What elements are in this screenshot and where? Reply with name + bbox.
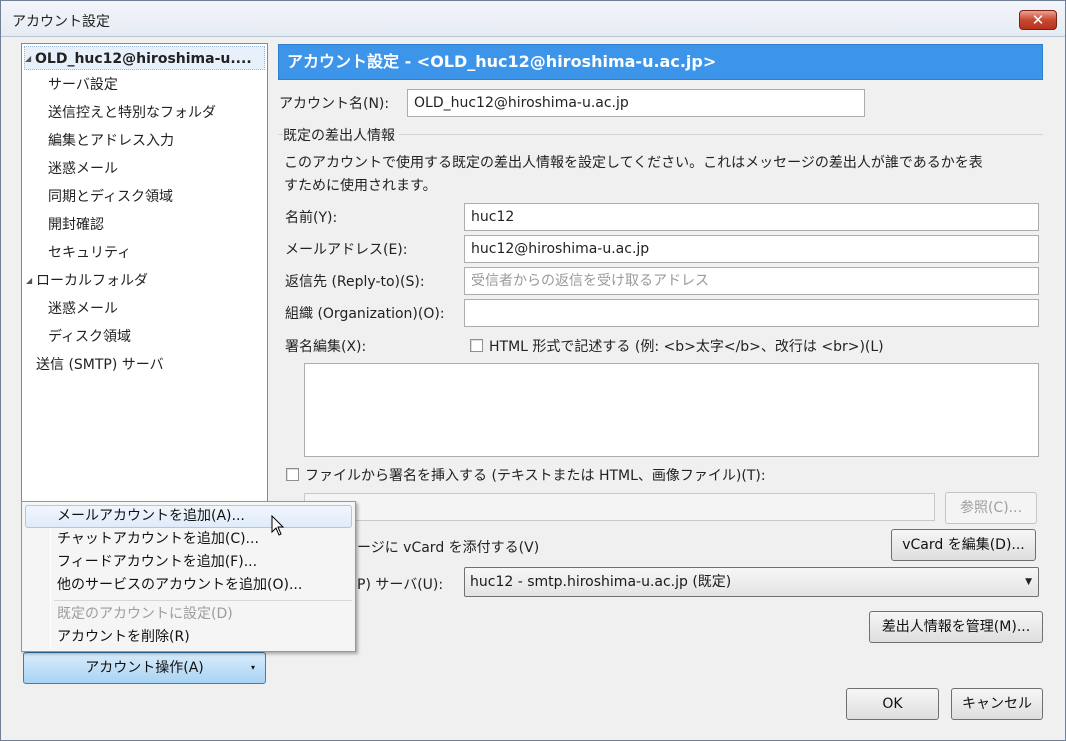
menu-item-add-mail-account[interactable]: メールアカウントを追加(A)... <box>25 505 352 528</box>
account-settings-window: アカウント設定 ✕ ◢ OLD_huc12@hiroshima-u.... サーバ… <box>0 0 1066 741</box>
name-input[interactable]: huc12 <box>464 203 1039 231</box>
mouse-pointer-icon <box>271 515 285 536</box>
identity-group-label: 既定の差出人情報 <box>283 125 399 145</box>
edit-vcard-button[interactable]: vCard を編集(D)... <box>891 529 1036 561</box>
menu-separator <box>54 600 352 601</box>
dropdown-arrow-icon: ▼ <box>1025 577 1032 587</box>
tree-item-local-junk[interactable]: 迷惑メール <box>48 297 118 321</box>
account-name-input[interactable]: OLD_huc12@hiroshima-u.ac.jp <box>407 89 865 117</box>
smtp-server-value: huc12 - smtp.hiroshima-u.ac.jp (既定) <box>470 574 732 590</box>
tree-item-composition[interactable]: 編集とアドレス入力 <box>48 129 174 153</box>
account-actions-button[interactable]: アカウント操作(A) ▾ <box>23 652 266 684</box>
tree-item-sync-disk[interactable]: 同期とディスク領域 <box>48 185 173 209</box>
name-label: 名前(Y): <box>285 210 338 226</box>
account-name-label: アカウント名(N): <box>279 96 390 112</box>
signature-file-path-input[interactable] <box>304 493 935 521</box>
tree-item-copies-folders[interactable]: 送信控えと特別なフォルダ <box>48 101 216 125</box>
expanded-triangle-icon[interactable]: ◢ <box>26 269 36 293</box>
email-input[interactable]: huc12@hiroshima-u.ac.jp <box>464 235 1039 263</box>
tree-item-label: OLD_huc12@hiroshima-u.... <box>35 51 252 67</box>
identity-description-cont: すために使用されます。 <box>284 178 437 194</box>
file-signature-label[interactable]: ファイルから署名を挿入する (テキストまたは HTML、画像ファイル)(T): <box>305 465 766 485</box>
tree-item-local-disk[interactable]: ディスク領域 <box>48 325 131 349</box>
expanded-triangle-icon[interactable]: ◢ <box>25 47 35 71</box>
organization-input[interactable] <box>464 299 1039 327</box>
tree-item-junk[interactable]: 迷惑メール <box>48 157 118 181</box>
tree-item-security[interactable]: セキュリティ <box>48 241 131 265</box>
close-button[interactable]: ✕ <box>1019 10 1057 30</box>
window-title: アカウント設定 <box>12 14 110 30</box>
browse-button[interactable]: 参照(C)... <box>945 492 1037 524</box>
html-signature-checkbox[interactable] <box>470 339 483 352</box>
signature-label: 署名編集(X): <box>285 339 367 355</box>
manage-identities-button[interactable]: 差出人情報を管理(M)... <box>869 611 1043 643</box>
signature-textarea[interactable] <box>304 363 1039 457</box>
ok-button[interactable]: OK <box>846 688 939 720</box>
account-actions-label: アカウント操作(A) <box>85 660 204 676</box>
file-signature-checkbox[interactable] <box>286 468 299 481</box>
account-actions-menu: メールアカウントを追加(A)... チャットアカウントを追加(C)... フィー… <box>21 501 356 652</box>
dropdown-arrow-icon: ▾ <box>250 663 255 672</box>
menu-item-add-chat-account[interactable]: チャットアカウントを追加(C)... <box>25 528 352 551</box>
vcard-label[interactable]: ージに vCard を添付する(V) <box>357 537 539 557</box>
panel-header: アカウント設定 - <OLD_huc12@hiroshima-u.ac.jp> <box>278 44 1043 80</box>
replyto-input[interactable]: 受信者からの返信を受け取るアドレス <box>464 267 1039 295</box>
tree-item-server-settings[interactable]: サーバ設定 <box>48 73 118 97</box>
tree-item-account[interactable]: ◢ OLD_huc12@hiroshima-u.... <box>24 46 265 70</box>
email-label: メールアドレス(E): <box>285 242 408 258</box>
menu-item-remove-account[interactable]: アカウントを削除(R) <box>25 626 352 649</box>
cancel-button[interactable]: キャンセル <box>951 688 1043 720</box>
html-signature-label[interactable]: HTML 形式で記述する (例: <b>太字</b>、改行は <br>)(L) <box>489 336 884 356</box>
tree-item-local-folders[interactable]: ◢ ローカルフォルダ <box>26 269 148 293</box>
tree-item-label: ローカルフォルダ <box>36 273 148 289</box>
tree-item-receipts[interactable]: 開封確認 <box>48 213 104 237</box>
replyto-label: 返信先 (Reply-to)(S): <box>285 274 425 290</box>
smtp-server-select[interactable]: huc12 - smtp.hiroshima-u.ac.jp (既定) ▼ <box>464 567 1039 597</box>
organization-label: 組織 (Organization)(O): <box>285 306 445 322</box>
smtp-server-label: P) サーバ(U): <box>357 577 444 593</box>
menu-item-add-feed-account[interactable]: フィードアカウントを追加(F)... <box>25 551 352 574</box>
title-bar: アカウント設定 ✕ <box>1 1 1065 37</box>
tree-item-smtp[interactable]: 送信 (SMTP) サーバ <box>36 353 164 377</box>
identity-description: このアカウントで使用する既定の差出人情報を設定してください。これはメッセージの差… <box>284 155 983 171</box>
menu-item-add-other-account[interactable]: 他のサービスのアカウントを追加(O)... <box>25 574 352 597</box>
menu-item-set-default[interactable]: 既定のアカウントに設定(D) <box>25 603 352 626</box>
